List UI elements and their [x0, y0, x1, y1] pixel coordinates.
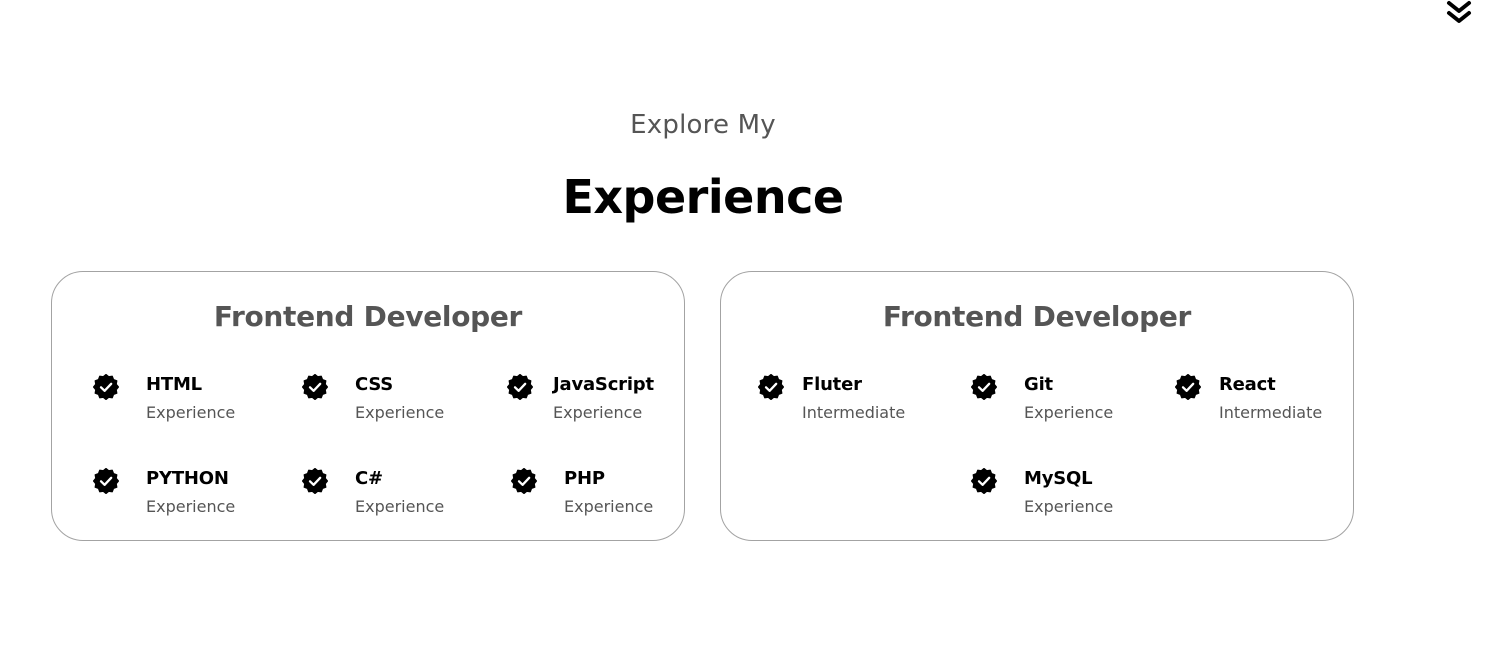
section-title: Experience	[562, 170, 844, 224]
verified-check-badge-icon	[92, 373, 120, 401]
skill-item: HTML Experience	[92, 373, 253, 434]
double-chevron-down-icon[interactable]	[1446, 0, 1472, 28]
skill-name: HTML	[146, 374, 202, 395]
skill-level: Intermediate	[1219, 403, 1323, 422]
skill-item: MySQL Experience	[970, 467, 1131, 528]
verified-check-badge-icon	[510, 467, 538, 495]
section-subtitle: Explore My	[630, 110, 776, 140]
verified-check-badge-icon	[757, 373, 785, 401]
skill-level: Experience	[553, 403, 643, 422]
card-title: Frontend Developer	[882, 300, 1192, 333]
verified-check-badge-icon	[92, 467, 120, 495]
skill-level: Intermediate	[802, 403, 906, 422]
card-title: Frontend Developer	[213, 300, 523, 333]
skill-item: PHP Experience	[510, 467, 671, 528]
verified-check-badge-icon	[301, 467, 329, 495]
skill-level: Experience	[146, 497, 236, 516]
verified-check-badge-icon	[970, 373, 998, 401]
skill-item: Fluter Intermediate	[757, 373, 918, 434]
skill-item: React Intermediate	[1174, 373, 1335, 434]
skill-level: Experience	[1024, 497, 1114, 516]
skill-name: MySQL	[1024, 468, 1093, 489]
skill-name: React	[1219, 374, 1276, 395]
experience-card: Frontend Developer HTML Experience CSS E…	[51, 271, 685, 541]
skill-name: CSS	[355, 374, 394, 395]
experience-card: Frontend Developer Fluter Intermediate G…	[720, 271, 1354, 541]
skill-name: Git	[1024, 374, 1053, 395]
skill-level: Experience	[564, 497, 654, 516]
skill-name: Fluter	[802, 374, 862, 395]
skill-level: Experience	[355, 497, 445, 516]
skill-name: PYTHON	[146, 468, 229, 489]
verified-check-badge-icon	[506, 373, 534, 401]
skill-name: PHP	[564, 468, 605, 489]
skill-item: JavaScript Experience	[506, 373, 677, 434]
skill-item: PYTHON Experience	[92, 467, 253, 528]
verified-check-badge-icon	[301, 373, 329, 401]
skill-item: C# Experience	[301, 467, 462, 528]
skill-item: CSS Experience	[301, 373, 462, 434]
verified-check-badge-icon	[1174, 373, 1202, 401]
skill-name: JavaScript	[553, 374, 654, 395]
skill-name: C#	[355, 468, 383, 489]
skill-item: Git Experience	[970, 373, 1131, 434]
skill-level: Experience	[355, 403, 445, 422]
skill-level: Experience	[146, 403, 236, 422]
skill-level: Experience	[1024, 403, 1114, 422]
verified-check-badge-icon	[970, 467, 998, 495]
